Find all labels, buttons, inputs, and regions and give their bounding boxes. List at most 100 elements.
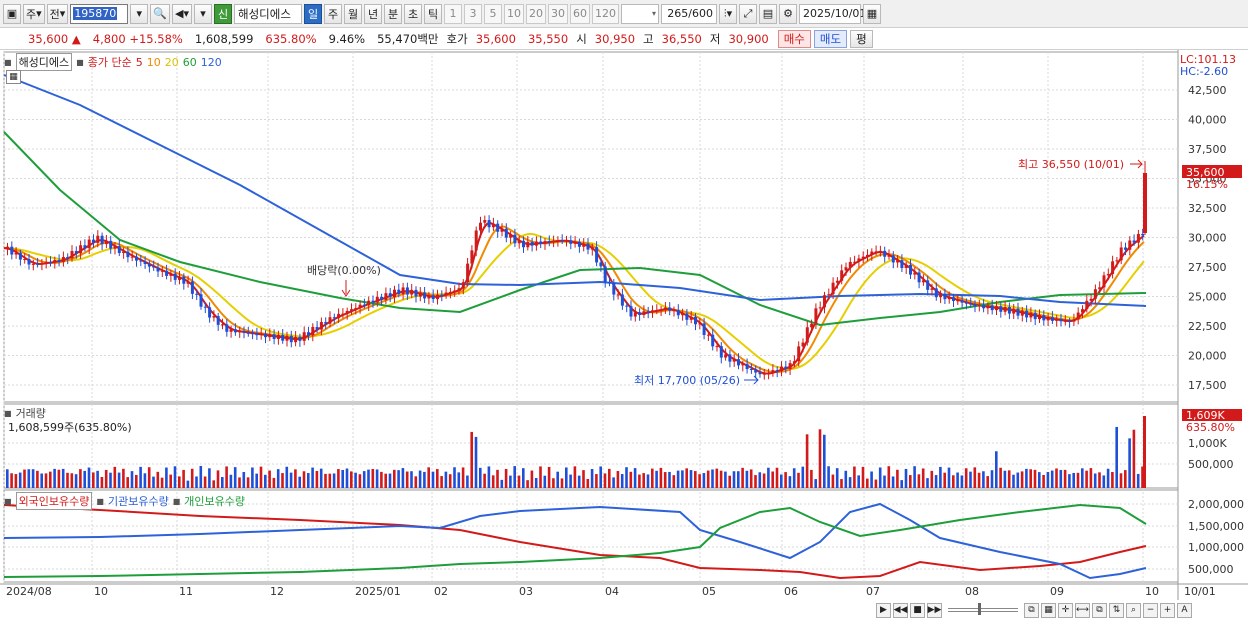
preset-3[interactable]: 3 [464, 3, 482, 24]
preset-30[interactable]: 30 [548, 3, 568, 24]
candle-body [547, 241, 551, 243]
minus-icon[interactable]: − [1143, 602, 1158, 618]
volume-bar [156, 471, 160, 488]
interval-select[interactable]: ▾ [621, 3, 659, 24]
price-tick-label: 32,500 [1188, 202, 1227, 215]
candle-body [1025, 310, 1029, 318]
crosshair-icon[interactable]: ✛ [1058, 602, 1073, 618]
preset-120[interactable]: 120 [592, 3, 619, 24]
volume-bar [887, 466, 891, 488]
save-icon[interactable]: ▤ [759, 3, 777, 24]
stock-code-value: 195870 [73, 7, 118, 20]
volume-bar [173, 466, 177, 488]
zoom-icon[interactable]: ⌕ [1126, 602, 1141, 618]
volume-bar [1089, 468, 1093, 488]
volume-bar [74, 474, 78, 488]
table-icon[interactable]: ▦ [6, 70, 21, 84]
volume-bar [410, 471, 413, 488]
bid-price: 35,550 [527, 31, 569, 46]
foreign-holdings-label[interactable]: 외국인보유수량 [15, 492, 93, 510]
volume-bar [681, 470, 684, 488]
x-tick-label: 03 [519, 585, 533, 598]
buy-button[interactable]: 매수 [777, 29, 811, 48]
holdings-tick-label: 1,000,000 [1188, 541, 1244, 554]
preset-1[interactable]: 1 [444, 3, 462, 24]
plus-icon[interactable]: + [1160, 602, 1175, 618]
zoom-slider-handle[interactable] [978, 603, 981, 615]
candle-body [702, 323, 706, 335]
ruler-icon[interactable]: ⟷ [1075, 602, 1090, 618]
play-icon[interactable]: ▶ [876, 602, 891, 618]
period-week[interactable]: 주 [324, 3, 342, 24]
period-month[interactable]: 월 [344, 3, 362, 24]
volume-bar [964, 468, 968, 488]
eval-button[interactable]: 평 [850, 29, 873, 48]
dividend-arrow-icon [341, 280, 351, 297]
stop-icon[interactable]: ■ [910, 602, 925, 618]
more-dropdown-icon[interactable]: ▾ [194, 3, 212, 24]
prev-select[interactable]: 전 ▾ [46, 3, 69, 24]
period-tick[interactable]: 틱 [424, 3, 442, 24]
candle-body [367, 300, 371, 306]
period-second[interactable]: 초 [404, 3, 422, 24]
preset-10[interactable]: 10 [504, 3, 524, 24]
stock-code-input[interactable]: 195870 [70, 3, 129, 24]
volume-bar [27, 469, 31, 488]
sell-button[interactable]: 매도 [813, 29, 848, 48]
volume-bar [878, 467, 882, 488]
link-icon[interactable]: ⧉ [1092, 602, 1107, 618]
forward-icon[interactable]: ▶▶ [927, 602, 942, 618]
zoom-slider[interactable] [948, 603, 1018, 615]
candle-body [96, 235, 100, 243]
font-size-icon[interactable]: A [1177, 602, 1192, 618]
gear-icon[interactable]: ⚙ [779, 3, 797, 24]
preset-60[interactable]: 60 [570, 3, 590, 24]
holdings-lines [3, 502, 1147, 580]
preset-20[interactable]: 20 [526, 3, 546, 24]
candle-body [496, 223, 500, 232]
volume-bar [276, 469, 280, 488]
stock-chart[interactable]: 42,50040,00037,50035,00032,50030,00027,5… [0, 50, 1248, 621]
page-count-box[interactable]: 265/600 [661, 3, 717, 24]
preset-5[interactable]: 5 [484, 3, 502, 24]
candle-body [1059, 318, 1063, 322]
candle-body [79, 245, 83, 254]
code-dropdown-icon[interactable]: ▾ [130, 3, 149, 24]
candle-body [577, 241, 581, 247]
search-icon[interactable]: 🔍 [150, 3, 171, 24]
candle-body [629, 306, 633, 317]
candle-body [1038, 315, 1041, 320]
period-day[interactable]: 일 [304, 3, 322, 24]
volume-bar [324, 473, 327, 488]
grid-icon[interactable]: ▦ [1041, 602, 1056, 618]
volume-bar [122, 468, 125, 488]
window-icon[interactable]: ▣ [3, 3, 21, 24]
chart-mode-select[interactable]: 주 ▾ [23, 3, 45, 24]
new-badge[interactable]: 신 [214, 3, 232, 24]
candle-body [741, 364, 745, 366]
volume-bar [582, 470, 585, 488]
candle-body [552, 240, 556, 243]
period-year[interactable]: 년 [364, 3, 382, 24]
candle-body [969, 303, 973, 305]
volume-bar [259, 466, 263, 488]
candle-body [534, 241, 538, 246]
copy-icon[interactable]: ⧉ [1024, 602, 1039, 618]
calendar-icon[interactable]: ▦ [863, 3, 881, 24]
price-panel-name[interactable]: 해성디에스 [15, 53, 73, 71]
scale-icon[interactable]: ⇅ [1109, 602, 1124, 618]
candle-body [57, 259, 61, 262]
sound-icon[interactable]: ◀▾ [172, 3, 192, 24]
candle-body [771, 370, 775, 374]
candle-type-icon[interactable]: ⫶▾ [719, 3, 737, 24]
rewind-icon[interactable]: ◀◀ [893, 602, 908, 618]
candle-body [1076, 312, 1080, 320]
draw-tool-icon[interactable]: ⤢ [739, 3, 757, 24]
candle-body [1055, 318, 1059, 321]
candle-body [1111, 261, 1115, 274]
date-input[interactable]: 2025/10/01 [799, 3, 866, 24]
candle-body [393, 289, 396, 298]
period-minute[interactable]: 분 [384, 3, 402, 24]
volume-bar [414, 476, 418, 488]
volume-bar [646, 474, 650, 488]
